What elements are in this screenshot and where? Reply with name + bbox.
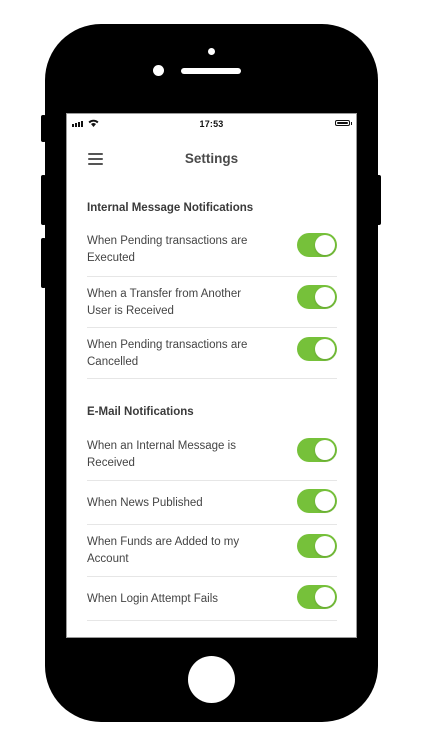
toggle-knob [315,235,335,255]
toggle-switch[interactable] [297,489,337,513]
front-camera [153,65,164,76]
setting-label: When an Internal Message is Received [87,440,236,469]
setting-label: When News Published [87,497,203,509]
toggle-switch[interactable] [297,534,337,558]
toggle-switch[interactable] [297,337,337,361]
toggle-knob [315,491,335,511]
toggle-knob [315,440,335,460]
setting-label: When Pending transactions are Cancelled [87,339,248,368]
status-time: 17:53 [199,119,224,129]
setting-row: When Login Attempt Fails [87,577,337,621]
earpiece-speaker [181,68,241,74]
setting-label: When Funds are Added to my Account [87,536,240,565]
mute-switch [41,115,46,142]
section-title-internal-message: Internal Message Notifications [87,202,254,214]
setting-row: When Pending transactions are Executed [87,227,337,277]
volume-up-button [41,175,46,225]
toggle-knob [315,339,335,359]
power-button [376,175,381,225]
toggle-switch[interactable] [297,285,337,309]
page-title: Settings [184,151,239,166]
navigation-bar: Settings [67,142,356,176]
toggle-switch[interactable] [297,438,337,462]
setting-label: When Pending transactions are Executed [87,235,248,264]
toggle-switch[interactable] [297,585,337,609]
status-bar: 17:53 [67,114,356,132]
toggle-knob [315,587,335,607]
proximity-sensor [208,48,215,55]
app-screen: 17:53 Settings Internal Message Notifica… [66,113,357,638]
setting-label: When Login Attempt Fails [87,593,219,605]
volume-down-button [41,238,46,288]
home-button[interactable] [188,656,235,703]
setting-row: When News Published [87,481,337,525]
battery-icon [335,120,352,126]
setting-label: When a Transfer from Another User is Rec… [87,288,242,317]
toggle-knob [315,536,335,556]
setting-row: When Pending transactions are Cancelled [87,328,337,379]
toggle-knob [315,287,335,307]
setting-row: When Funds are Added to my Account [87,525,337,577]
toggle-switch[interactable] [297,233,337,257]
setting-row: When an Internal Message is Received [87,431,337,481]
section-title-email: E-Mail Notifications [87,406,194,418]
setting-row: When a Transfer from Another User is Rec… [87,277,337,328]
